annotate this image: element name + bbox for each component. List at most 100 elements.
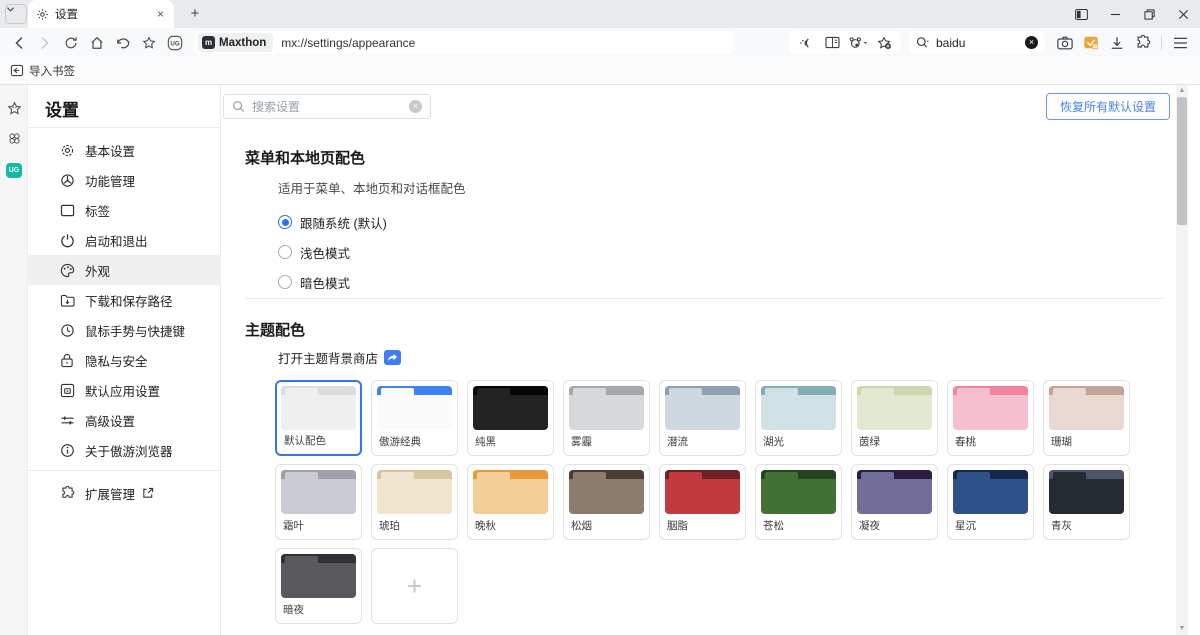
- menu-colors-options: 跟随系统 (默认)浅色模式暗色模式: [278, 207, 387, 297]
- notes-icon[interactable]: [1079, 32, 1103, 54]
- extensions-icon[interactable]: [1131, 32, 1155, 54]
- screenshot-icon[interactable]: [1053, 32, 1077, 54]
- sidebar-item-label: 下载和保存路径: [85, 291, 173, 310]
- theme-card[interactable]: 纯黑: [467, 380, 554, 456]
- theme-card[interactable]: 松烟: [563, 464, 650, 540]
- sidebar-item-about[interactable]: 关于傲游浏览器: [28, 435, 221, 465]
- search-clear-icon[interactable]: ×: [1025, 36, 1038, 49]
- theme-card[interactable]: 琥珀: [371, 464, 458, 540]
- theme-card[interactable]: 雾霾: [563, 380, 650, 456]
- radio-icon[interactable]: [278, 215, 292, 229]
- settings-search-input[interactable]: 搜索设置 ×: [223, 94, 431, 119]
- restore-icon[interactable]: [1132, 0, 1166, 28]
- scroll-up-icon[interactable]: ▲: [1176, 86, 1188, 96]
- tab-list-dropdown-button[interactable]: [5, 4, 27, 24]
- add-favorite-icon[interactable]: [872, 32, 896, 54]
- radio-icon[interactable]: [278, 245, 292, 259]
- sidebar-item-appearance[interactable]: 外观: [28, 255, 221, 285]
- open-store-icon[interactable]: [384, 350, 401, 365]
- sidebar-item-default-apps[interactable]: 默认应用设置: [28, 375, 221, 405]
- settings-search-clear-icon[interactable]: ×: [409, 100, 422, 113]
- theme-card[interactable]: 暗夜: [275, 548, 362, 624]
- theme-name: 霜叶: [283, 518, 304, 533]
- color-mode-option-2[interactable]: 暗色模式: [278, 267, 387, 297]
- quick-search-box[interactable]: baidu ×: [909, 31, 1045, 54]
- swatch-tab: [477, 472, 510, 480]
- minimize-icon[interactable]: [1098, 0, 1132, 28]
- theme-name: 松烟: [571, 518, 592, 533]
- theme-name: 珊瑚: [1051, 434, 1072, 449]
- theme-name: 茵绿: [859, 434, 880, 449]
- theme-store-link[interactable]: 打开主题背景商店: [278, 348, 378, 367]
- search-value[interactable]: baidu: [936, 36, 1025, 50]
- theme-name: 凝夜: [859, 518, 880, 533]
- restore-defaults-button[interactable]: 恢复所有默认设置: [1046, 93, 1170, 120]
- theme-swatch: [377, 470, 452, 514]
- reader-mode-icon[interactable]: [820, 32, 844, 54]
- menu-icon[interactable]: [1168, 32, 1192, 54]
- reload-icon[interactable]: [59, 32, 83, 54]
- sidebar-item-features[interactable]: 功能管理: [28, 165, 221, 195]
- theme-card[interactable]: 潜流: [659, 380, 746, 456]
- favorites-star-icon[interactable]: [137, 32, 161, 54]
- back-icon[interactable]: [7, 32, 31, 54]
- sidebar-item-basic[interactable]: 基本设置: [28, 135, 221, 165]
- forward-icon[interactable]: [33, 32, 57, 54]
- sidebar-item-extensions[interactable]: 扩展管理: [28, 478, 221, 508]
- sidebar-item-label: 高级设置: [85, 411, 135, 430]
- swatch-tab: [957, 388, 990, 396]
- layout-panel-icon[interactable]: [1064, 0, 1098, 28]
- theme-swatch: [377, 386, 452, 430]
- home-icon[interactable]: [85, 32, 109, 54]
- undo-icon[interactable]: [111, 32, 135, 54]
- sidebar-item-downloads[interactable]: 下载和保存路径: [28, 285, 221, 315]
- swatch-tab: [669, 388, 702, 396]
- new-tab-button[interactable]: +: [184, 3, 206, 25]
- strip-favorites-icon[interactable]: [0, 95, 28, 121]
- tab-close-icon[interactable]: ×: [155, 7, 166, 21]
- strip-ug-badge[interactable]: UG: [0, 157, 28, 183]
- theme-store-row: 打开主题背景商店: [278, 348, 401, 367]
- scrollbar[interactable]: ▲ ▼: [1176, 85, 1188, 635]
- sidebar-item-advanced[interactable]: 高级设置: [28, 405, 221, 435]
- close-icon[interactable]: [1166, 0, 1200, 28]
- sidebar-item-gestures[interactable]: 鼠标手势与快捷键: [28, 315, 221, 345]
- theme-name: 胭脂: [667, 518, 688, 533]
- theme-card[interactable]: 胭脂: [659, 464, 746, 540]
- scroll-down-icon[interactable]: ▼: [1176, 624, 1188, 634]
- add-theme-button[interactable]: +: [371, 548, 458, 624]
- swatch-tab: [477, 388, 510, 396]
- strip-apps-icon[interactable]: [0, 125, 28, 151]
- address-bar[interactable]: m Maxthon mx://settings/appearance: [194, 31, 734, 54]
- color-mode-option-1[interactable]: 浅色模式: [278, 237, 387, 267]
- tab-settings[interactable]: 设置 ×: [28, 0, 174, 28]
- search-icon: [232, 100, 245, 113]
- theme-card[interactable]: 傲游经典: [371, 380, 458, 456]
- scroll-thumb[interactable]: [1177, 97, 1187, 225]
- theme-card[interactable]: 星沉: [947, 464, 1034, 540]
- sidebar-item-startup[interactable]: 启动和退出: [28, 225, 221, 255]
- theme-card[interactable]: 珊瑚: [1043, 380, 1130, 456]
- radio-icon[interactable]: [278, 275, 292, 289]
- theme-card[interactable]: 茵绿: [851, 380, 938, 456]
- import-bookmarks-button[interactable]: 导入书签: [29, 63, 75, 79]
- read-aloud-icon[interactable]: [794, 32, 818, 54]
- sidebar-item-tabs[interactable]: 标签: [28, 195, 221, 225]
- sidebar-item-label: 外观: [85, 261, 110, 280]
- theme-card[interactable]: 湖光: [755, 380, 842, 456]
- theme-card[interactable]: 霜叶: [275, 464, 362, 540]
- url-text[interactable]: mx://settings/appearance: [281, 36, 415, 50]
- theme-card[interactable]: 晚秋: [467, 464, 554, 540]
- theme-card[interactable]: 默认配色: [275, 380, 362, 456]
- downloads-icon[interactable]: [1105, 32, 1129, 54]
- sidebar-item-privacy[interactable]: 隐私与安全: [28, 345, 221, 375]
- color-mode-option-0[interactable]: 跟随系统 (默认): [278, 207, 387, 237]
- theme-card[interactable]: 春桃: [947, 380, 1034, 456]
- theme-card[interactable]: 苍松: [755, 464, 842, 540]
- import-bookmarks-icon: [10, 64, 24, 77]
- ug-mode-icon[interactable]: UG: [163, 32, 187, 54]
- theme-card[interactable]: 青灰: [1043, 464, 1130, 540]
- theme-card[interactable]: 凝夜: [851, 464, 938, 540]
- snap-tool-icon[interactable]: [846, 32, 870, 54]
- site-chip[interactable]: m Maxthon: [198, 33, 273, 52]
